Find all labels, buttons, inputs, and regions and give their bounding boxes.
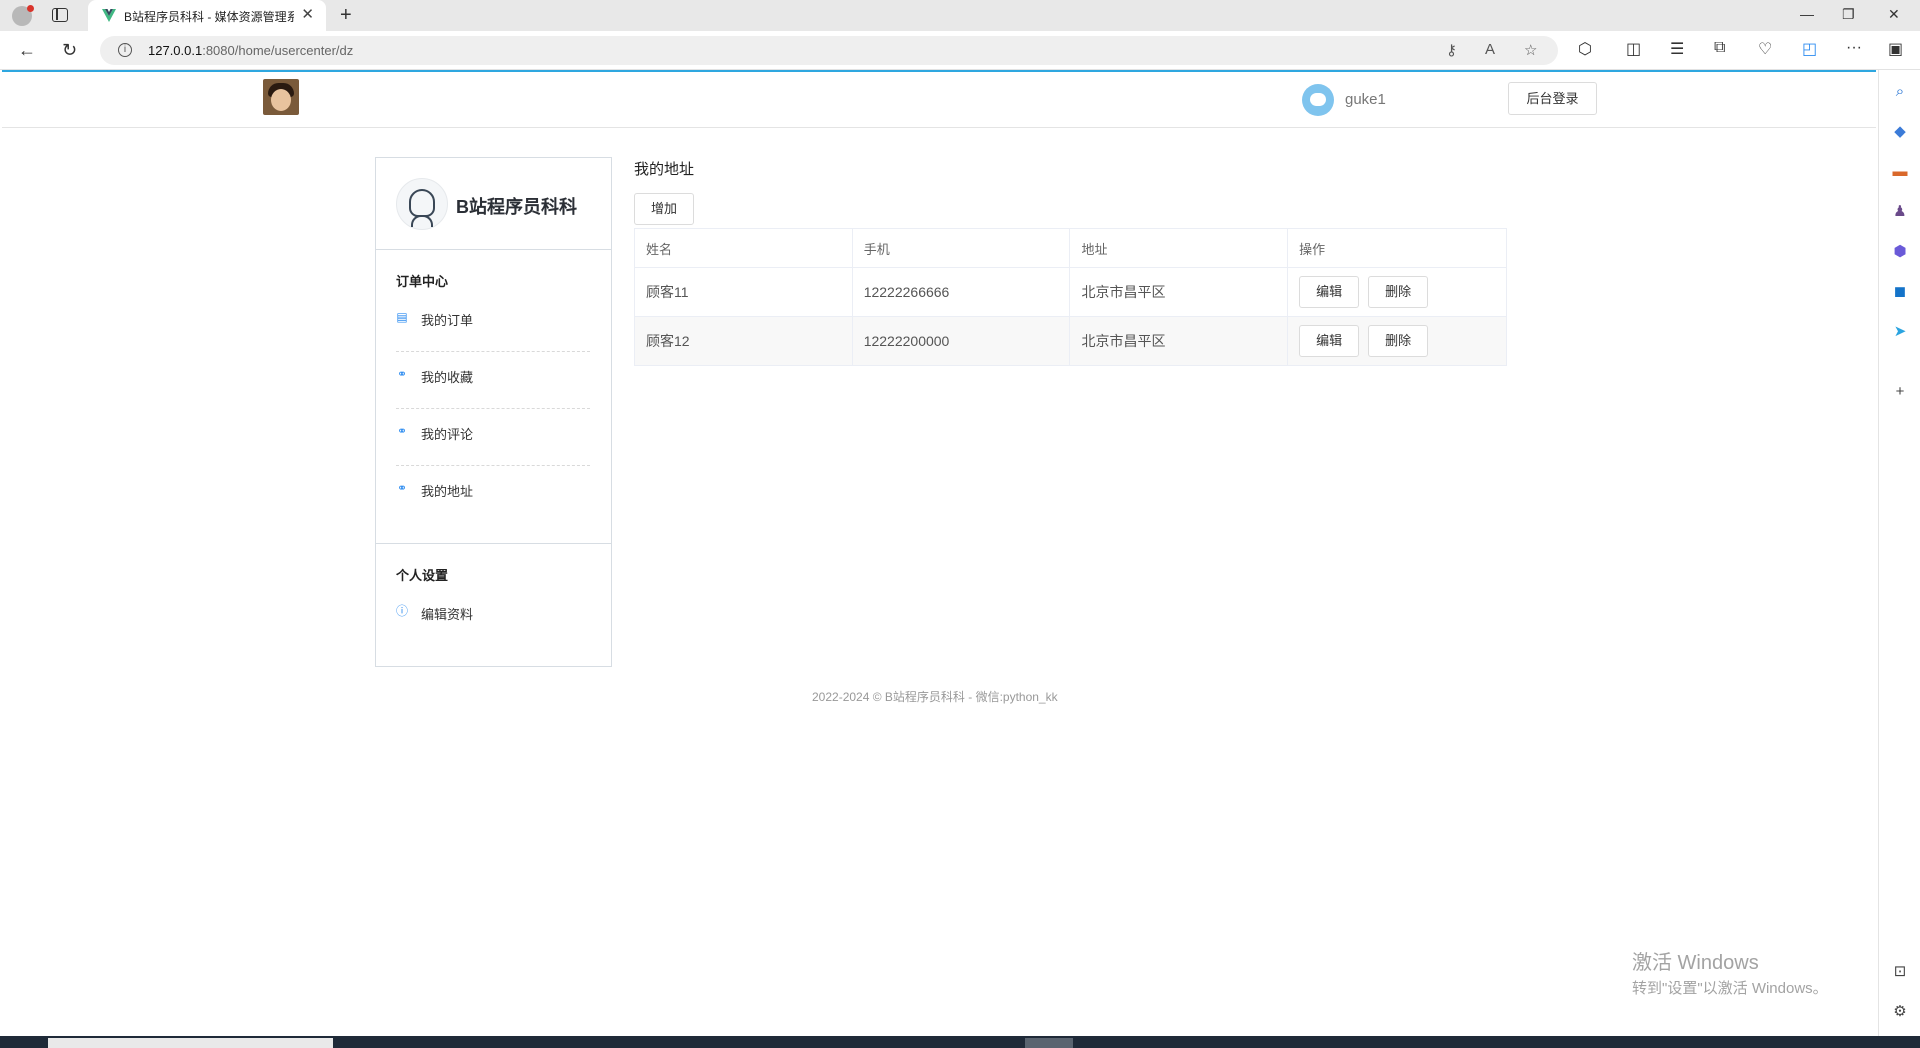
- link-icon: ⚭: [396, 481, 408, 495]
- cell-address: 北京市昌平区: [1069, 267, 1289, 317]
- split-screen-icon[interactable]: ◫: [1626, 39, 1641, 59]
- page-viewport: guke1 后台登录 B站程序员科科 订单中心 ▤ 我的订单 ⚭ 我的收藏 ⚭ …: [2, 70, 1876, 1036]
- shopping-tag-icon[interactable]: ◆: [1891, 123, 1909, 141]
- restore-icon[interactable]: ❐: [1842, 6, 1855, 23]
- read-aloud-icon[interactable]: A: [1485, 41, 1495, 58]
- column-header-actions: 操作: [1287, 228, 1507, 268]
- cell-actions: 编辑 删除: [1287, 316, 1507, 366]
- page-title: 我的地址: [634, 161, 695, 178]
- profile-icon[interactable]: [12, 5, 34, 26]
- edge-app-icon[interactable]: ◰: [1802, 39, 1817, 59]
- footer-text: 2022-2024 © B站程序员科科 - 微信:python_kk: [812, 690, 1058, 704]
- username[interactable]: guke1: [1345, 91, 1386, 108]
- settings-section-title: 个人设置: [396, 568, 449, 583]
- menu-item-my-address[interactable]: ⚭ 我的地址: [396, 467, 590, 511]
- cell-address: 北京市昌平区: [1069, 316, 1289, 366]
- delete-button[interactable]: 删除: [1368, 325, 1429, 357]
- collections-icon[interactable]: ⧉: [1714, 39, 1725, 57]
- brand-name: B站程序员科科: [456, 197, 577, 217]
- cell-actions: 编辑 删除: [1287, 267, 1507, 317]
- close-tab-icon[interactable]: ✕: [301, 7, 314, 23]
- info-circle-icon: ⓘ: [396, 604, 409, 618]
- sidebar-toggle-icon[interactable]: ▣: [1888, 39, 1903, 59]
- order-section-title: 订单中心: [396, 274, 449, 289]
- link-icon: ⚭: [396, 367, 408, 381]
- cell-phone: 12222266666: [851, 267, 1071, 317]
- user-avatar[interactable]: [1302, 84, 1334, 116]
- site-logo[interactable]: [263, 79, 299, 115]
- vue-logo-icon: [102, 9, 116, 22]
- brand-block: B站程序员科科: [376, 158, 611, 250]
- edit-button[interactable]: 编辑: [1299, 325, 1360, 357]
- info-icon[interactable]: i: [118, 43, 132, 57]
- tab-actions-icon[interactable]: [52, 8, 68, 22]
- cell-phone: 12222200000: [851, 316, 1071, 366]
- menu-separator: [396, 351, 590, 352]
- favorite-star-icon[interactable]: ☆: [1524, 41, 1537, 59]
- key-icon[interactable]: ⚷: [1446, 41, 1457, 59]
- outlook-icon[interactable]: ◼: [1891, 283, 1909, 301]
- edge-sidebar: ⌕ ◆ ▬ ♟ ⬢ ◼ ➤ + ⊡ ⚙: [1878, 70, 1920, 1036]
- delete-button[interactable]: 删除: [1368, 276, 1429, 308]
- link-icon: ⚭: [396, 424, 408, 438]
- clipboard-icon: ▤: [396, 310, 408, 324]
- edit-button[interactable]: 编辑: [1299, 276, 1360, 308]
- admin-login-button[interactable]: 后台登录: [1508, 82, 1597, 115]
- menu-separator: [396, 465, 590, 466]
- cell-name: 顾客11: [634, 267, 853, 317]
- search-icon[interactable]: ⌕: [1891, 83, 1909, 101]
- games-icon[interactable]: ♟: [1891, 203, 1909, 221]
- windows-taskbar: [0, 1036, 1920, 1048]
- table-header-row: 姓名 手机 地址 操作: [634, 228, 1507, 268]
- address-toolbar: ← ↻ i 127.0.0.1:8080/home/usercenter/dz …: [0, 31, 1920, 70]
- activation-line-2: 转到"设置"以激活 Windows。: [1632, 980, 1828, 997]
- settings-gear-icon[interactable]: ⚙: [1891, 1003, 1909, 1021]
- section-divider: [376, 543, 611, 544]
- table-row: 顾客12 12222200000 北京市昌平区 编辑 删除: [634, 316, 1507, 366]
- column-header-address: 地址: [1069, 228, 1289, 268]
- copilot-icon[interactable]: ⬢: [1891, 243, 1909, 261]
- windows-activation-watermark: 激活 Windows 转到"设置"以激活 Windows。: [1632, 946, 1828, 998]
- activation-line-1: 激活 Windows: [1632, 952, 1759, 974]
- favorites-icon[interactable]: ☰: [1670, 39, 1684, 59]
- browser-tab-bar: B站程序员科科 - 媒体资源管理系 ✕ + — ❐ ✕: [0, 0, 1920, 31]
- browser-tab[interactable]: B站程序员科科 - 媒体资源管理系 ✕: [88, 0, 326, 31]
- taskbar-item[interactable]: [48, 1038, 333, 1048]
- send-icon[interactable]: ➤: [1891, 323, 1909, 341]
- taskbar-item[interactable]: [1025, 1038, 1073, 1048]
- menu-item-edit-profile[interactable]: ⓘ 编辑资料: [396, 590, 590, 634]
- minimize-icon[interactable]: —: [1800, 6, 1814, 22]
- menu-item-my-orders[interactable]: ▤ 我的订单: [396, 296, 590, 340]
- add-address-button[interactable]: 增加: [634, 193, 694, 225]
- column-header-name: 姓名: [634, 228, 853, 268]
- extensions-icon[interactable]: ⬡: [1578, 39, 1592, 59]
- new-tab-icon[interactable]: +: [340, 4, 352, 26]
- brand-avatar: [396, 178, 448, 230]
- toolbox-icon[interactable]: ▬: [1891, 163, 1909, 181]
- back-icon[interactable]: ←: [18, 40, 36, 60]
- performance-icon[interactable]: ♡: [1758, 39, 1772, 59]
- column-header-phone: 手机: [851, 228, 1071, 268]
- address-table: 姓名 手机 地址 操作 顾客11 12222266666 北京市昌平区 编辑 删除…: [634, 228, 1507, 366]
- screenshot-icon[interactable]: ⊡: [1891, 963, 1909, 981]
- more-menu-icon[interactable]: ···: [1846, 39, 1862, 57]
- address-bar[interactable]: i 127.0.0.1:8080/home/usercenter/dz ⚷ A …: [100, 36, 1558, 65]
- refresh-icon[interactable]: ↻: [62, 40, 77, 60]
- url-text[interactable]: 127.0.0.1:8080/home/usercenter/dz: [148, 43, 353, 58]
- tab-title: B站程序员科科 - 媒体资源管理系: [124, 10, 294, 24]
- menu-item-my-favorites[interactable]: ⚭ 我的收藏: [396, 353, 590, 397]
- menu-item-my-comments[interactable]: ⚭ 我的评论: [396, 410, 590, 454]
- cell-name: 顾客12: [634, 316, 853, 366]
- user-center-menu: B站程序员科科 订单中心 ▤ 我的订单 ⚭ 我的收藏 ⚭ 我的评论 ⚭ 我的地址…: [375, 157, 612, 667]
- site-header: guke1 后台登录: [2, 72, 1876, 128]
- close-window-icon[interactable]: ✕: [1888, 6, 1900, 23]
- add-sidebar-icon[interactable]: +: [1891, 383, 1909, 401]
- table-row: 顾客11 12222266666 北京市昌平区 编辑 删除: [634, 267, 1507, 317]
- menu-separator: [396, 408, 590, 409]
